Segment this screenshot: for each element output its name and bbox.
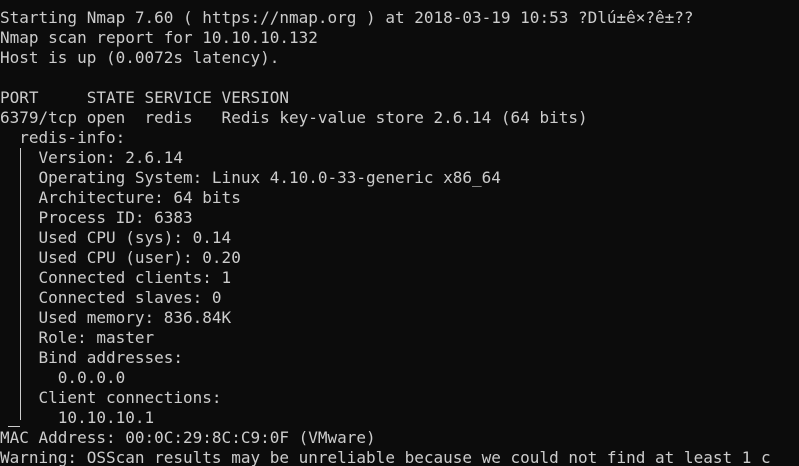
terminal-line: Process ID: 6383 [0, 208, 193, 227]
terminal-line: Used CPU (sys): 0.14 [0, 228, 232, 247]
terminal-line: Host is up (0.0072s latency). [0, 48, 280, 67]
terminal-line: Role: master [0, 328, 155, 347]
terminal-line: 6379/tcp open redis Redis key-value stor… [0, 108, 588, 127]
terminal-line: redis-info: [0, 128, 126, 147]
terminal-line: MAC Address: 00:0C:29:8C:C9:0F (VMware) [0, 428, 376, 447]
terminal-line: Connected slaves: 0 [0, 288, 222, 307]
terminal-output[interactable]: Starting Nmap 7.60 ( https://nmap.org ) … [0, 0, 799, 466]
script-output-gutter [20, 148, 21, 420]
terminal-line: Warning: OSScan results may be unreliabl… [0, 448, 771, 466]
script-output-gutter-end [8, 426, 20, 427]
terminal-line: PORT STATE SERVICE VERSION [0, 88, 289, 107]
terminal-line: Starting Nmap 7.60 ( https://nmap.org ) … [0, 8, 694, 27]
terminal-line: Connected clients: 1 [0, 268, 232, 287]
terminal-line: Architecture: 64 bits [0, 188, 241, 207]
terminal-line: 0.0.0.0 [0, 368, 126, 387]
terminal-line: 10.10.10.1 [0, 408, 155, 427]
terminal-line: Operating System: Linux 4.10.0-33-generi… [0, 168, 501, 187]
terminal-line: Bind addresses: [0, 348, 184, 367]
terminal-line: Version: 2.6.14 [0, 148, 184, 167]
terminal-line: Used CPU (user): 0.20 [0, 248, 241, 267]
terminal-line: Client connections: [0, 388, 222, 407]
terminal-line: Used memory: 836.84K [0, 308, 232, 327]
terminal-line: Nmap scan report for 10.10.10.132 [0, 28, 318, 47]
